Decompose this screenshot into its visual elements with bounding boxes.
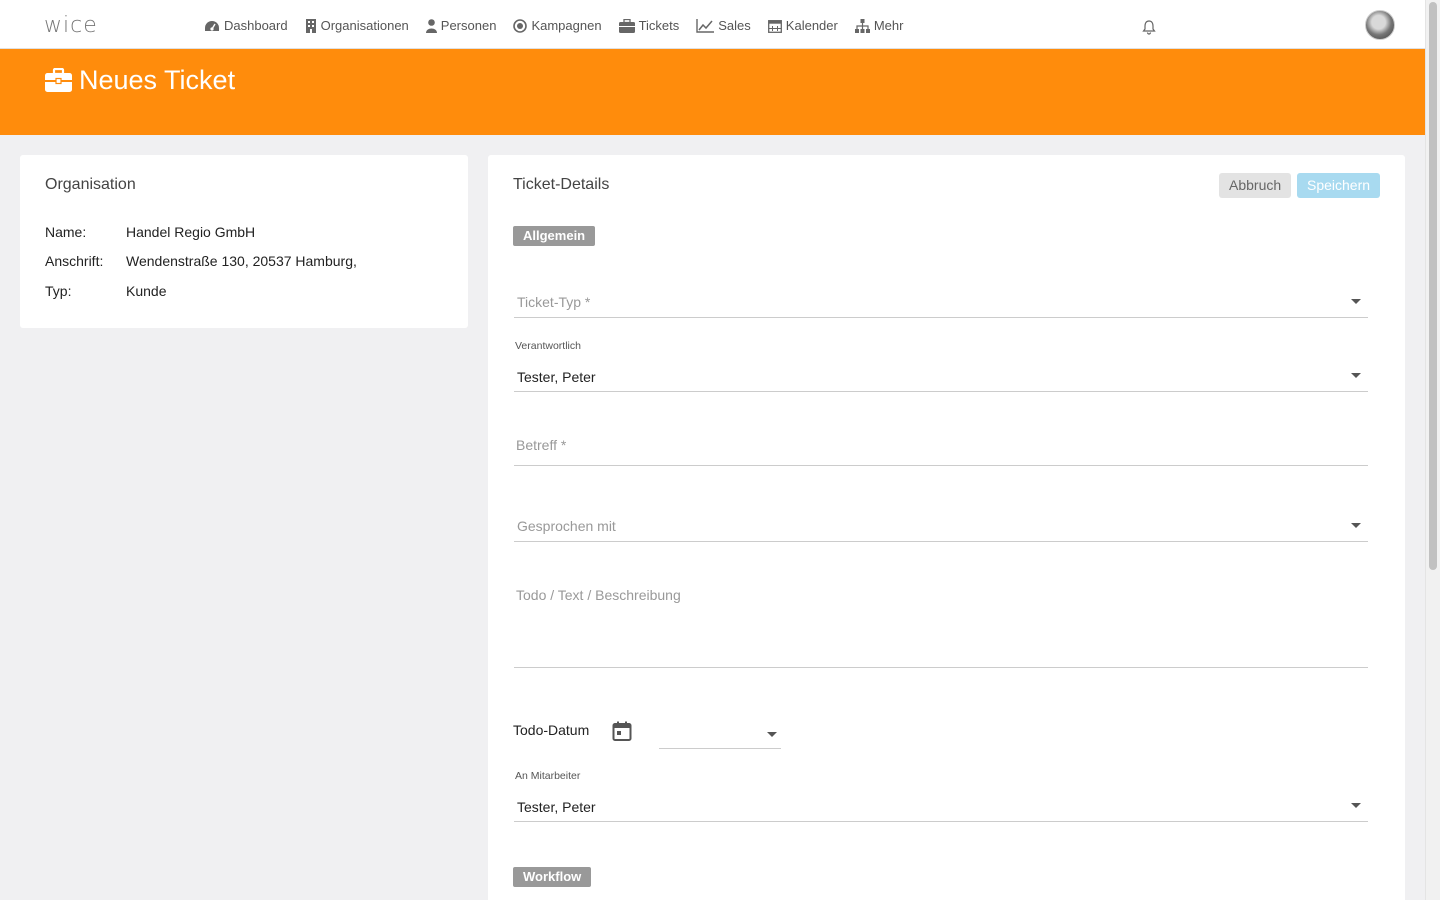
nav-label-sales: Sales xyxy=(718,18,751,33)
briefcase-icon xyxy=(618,19,635,33)
nav-item-organisationen[interactable]: Organisationen xyxy=(305,17,409,35)
nav-item-mehr[interactable]: Mehr xyxy=(854,17,904,35)
nav-item-sales[interactable]: Sales xyxy=(696,17,751,35)
app-logo[interactable]: wice xyxy=(44,15,98,37)
employee-label: An Mitarbeiter xyxy=(515,770,581,782)
page-header: Neues Ticket xyxy=(0,49,1425,135)
organisation-card-title: Organisation xyxy=(45,176,136,193)
briefcase-icon xyxy=(45,68,72,92)
nav-label-dashboard: Dashboard xyxy=(224,18,288,33)
nav-item-tickets[interactable]: Tickets xyxy=(618,17,680,35)
scrollbar-thumb[interactable] xyxy=(1429,2,1437,570)
sitemap-icon xyxy=(854,19,870,33)
responsible-select[interactable]: Verantwortlich Tester, Peter xyxy=(514,339,1368,392)
chevron-down-icon xyxy=(1351,803,1361,808)
target-icon xyxy=(513,19,528,33)
organisation-name-row: Name: Handel Regio GmbH xyxy=(45,223,255,241)
responsible-value: Tester, Peter xyxy=(517,369,596,385)
info-label: Typ: xyxy=(45,283,72,299)
nav-label-organisationen: Organisationen xyxy=(320,18,409,33)
spoken-with-select[interactable]: Gesprochen mit xyxy=(514,503,1368,542)
nav-item-personen[interactable]: Personen xyxy=(425,17,497,35)
employee-select[interactable]: An Mitarbeiter Tester, Peter xyxy=(514,769,1368,822)
building-icon xyxy=(305,19,316,33)
dashboard-icon xyxy=(205,21,219,31)
subject-input[interactable]: Betreff * xyxy=(514,423,1368,466)
ticket-details-title: Ticket-Details xyxy=(513,176,610,193)
organisation-card: Organisation Name: Handel Regio GmbH Ansc… xyxy=(20,155,468,328)
ticket-type-select[interactable]: Ticket-Typ * xyxy=(514,281,1368,318)
person-icon xyxy=(425,19,437,33)
info-label: Anschrift: xyxy=(45,253,104,269)
ticket-type-placeholder: Ticket-Typ * xyxy=(517,294,591,310)
responsible-label: Verantwortlich xyxy=(515,340,581,352)
notification-bell-icon[interactable] xyxy=(1141,19,1157,35)
todo-date-select[interactable] xyxy=(659,720,781,749)
description-textarea[interactable]: Todo / Text / Beschreibung xyxy=(514,573,1368,668)
chevron-down-icon xyxy=(1351,523,1361,528)
organisation-type-value: Kunde xyxy=(126,283,167,299)
nav-label-kalender: Kalender xyxy=(785,18,838,33)
page-title: Neues Ticket xyxy=(79,65,236,95)
organisation-type-row: Typ: Kunde xyxy=(45,282,166,300)
page-scrollbar[interactable] xyxy=(1425,0,1440,900)
chevron-down-icon xyxy=(1351,373,1361,378)
organisation-address-value: Wendenstraße 130, 20537 Hamburg, xyxy=(126,253,357,269)
nav-label-mehr: Mehr xyxy=(873,18,904,33)
section-badge-workflow: Workflow xyxy=(513,867,592,887)
organisation-address-row: Anschrift: Wendenstraße 130, 20537 Hambur… xyxy=(45,252,357,270)
spoken-with-placeholder: Gesprochen mit xyxy=(517,518,616,534)
nav-item-kampagnen[interactable]: Kampagnen xyxy=(513,17,602,35)
save-button[interactable]: Speichern xyxy=(1297,173,1381,198)
nav-label-kampagnen: Kampagnen xyxy=(531,18,602,33)
nav-item-kalender[interactable]: Kalender xyxy=(767,17,838,35)
ticket-details-card: Ticket-Details Abbruch Speichern Allgeme… xyxy=(488,155,1405,900)
todo-date-label: Todo-Datum xyxy=(513,722,590,738)
section-badge-allgemein: Allgemein xyxy=(513,226,596,246)
top-navbar: wice Dashboard Organisationen Personen K… xyxy=(0,0,1425,49)
calendar-icon[interactable] xyxy=(612,721,632,741)
chevron-down-icon xyxy=(1351,299,1361,304)
calendar-icon xyxy=(767,20,782,33)
chart-line-icon xyxy=(696,19,715,33)
description-placeholder: Todo / Text / Beschreibung xyxy=(516,587,681,603)
subject-placeholder: Betreff * xyxy=(516,437,567,453)
organisation-name-value: Handel Regio GmbH xyxy=(126,224,256,240)
nav-label-tickets: Tickets xyxy=(638,18,680,33)
page-title-wrap: Neues Ticket xyxy=(45,64,235,96)
user-avatar[interactable] xyxy=(1365,10,1395,40)
cancel-button[interactable]: Abbruch xyxy=(1219,173,1292,198)
chevron-down-icon xyxy=(767,732,777,737)
main-nav: Dashboard Organisationen Personen Kampag… xyxy=(204,17,920,35)
info-label: Name: xyxy=(45,224,87,240)
employee-value: Tester, Peter xyxy=(517,799,596,815)
nav-label-personen: Personen xyxy=(440,18,497,33)
nav-item-dashboard[interactable]: Dashboard xyxy=(204,17,288,35)
